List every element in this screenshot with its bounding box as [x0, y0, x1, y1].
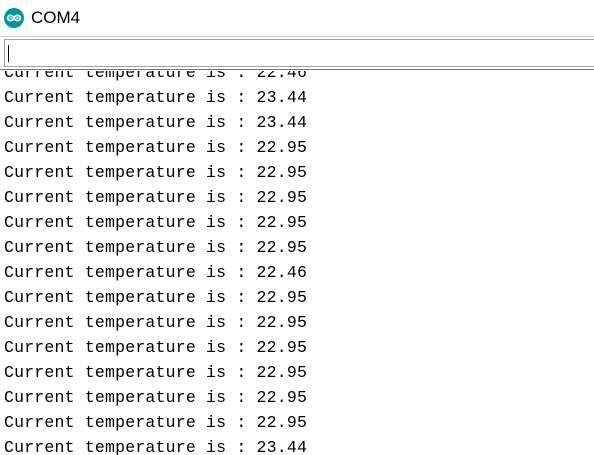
serial-output-line: Current temperature is : 22.95 — [4, 413, 308, 432]
serial-output-line: Current temperature is : 23.44 — [4, 88, 308, 107]
serial-output-line: Current temperature is : 22.46 — [4, 71, 308, 82]
serial-output-line: Current temperature is : 22.95 — [4, 388, 308, 407]
arduino-logo-icon — [4, 8, 24, 28]
serial-output-line: Current temperature is : 22.95 — [4, 163, 308, 182]
serial-output-line: Current temperature is : 22.95 — [4, 188, 308, 207]
serial-output-line: Current temperature is : 22.95 — [4, 213, 308, 232]
serial-output-line: Current temperature is : 22.46 — [4, 263, 308, 282]
serial-output-line: Current temperature is : 22.95 — [4, 138, 308, 157]
title-bar[interactable]: COM4 — [0, 0, 594, 36]
serial-output-line: Current temperature is : 22.95 — [4, 338, 308, 357]
serial-output-lines: Current temperature is : 22.46 Current te… — [4, 71, 307, 455]
serial-monitor-window: COM4 Current temperature is : 22.46 Curre… — [0, 0, 594, 455]
serial-output-line: Current temperature is : 23.44 — [4, 113, 308, 132]
send-bar — [0, 36, 594, 70]
serial-output-line: Current temperature is : 22.95 — [4, 313, 308, 332]
serial-output-line: Current temperature is : 23.44 — [4, 438, 308, 455]
serial-output-line: Current temperature is : 22.95 — [4, 363, 308, 382]
window-title: COM4 — [31, 8, 81, 27]
serial-send-input[interactable] — [4, 39, 594, 67]
serial-output-area[interactable]: Current temperature is : 22.46 Current te… — [0, 71, 594, 455]
text-caret — [8, 45, 9, 62]
serial-output-line: Current temperature is : 22.95 — [4, 238, 308, 257]
serial-output-line: Current temperature is : 22.95 — [4, 288, 308, 307]
